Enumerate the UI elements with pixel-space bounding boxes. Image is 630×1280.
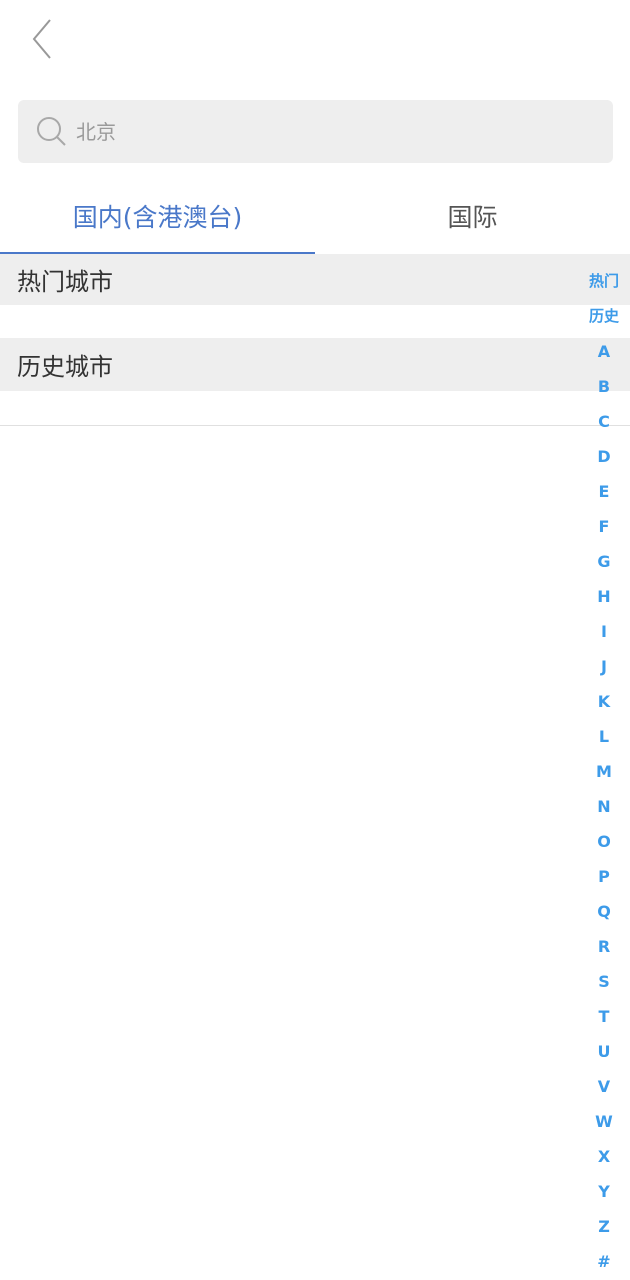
index-item-l[interactable]: L <box>582 719 626 754</box>
index-item-hash[interactable]: # <box>582 1244 626 1279</box>
alphabet-index-bar[interactable]: 热门 历史 A B C D E F G H I J K L M N O P Q … <box>582 264 626 1279</box>
index-item-d[interactable]: D <box>582 439 626 474</box>
section-title-hot: 热门城市 <box>17 268 113 296</box>
index-item-hot[interactable]: 热门 <box>582 264 626 299</box>
index-item-n[interactable]: N <box>582 789 626 824</box>
index-item-e[interactable]: E <box>582 474 626 509</box>
section-title-history: 历史城市 <box>17 353 113 381</box>
index-item-m[interactable]: M <box>582 754 626 789</box>
index-item-history[interactable]: 历史 <box>582 299 626 334</box>
search-input[interactable] <box>76 111 576 152</box>
section-header-history-cities: 历史城市 <box>0 338 630 391</box>
index-item-t[interactable]: T <box>582 999 626 1034</box>
index-item-s[interactable]: S <box>582 964 626 999</box>
index-item-q[interactable]: Q <box>582 894 626 929</box>
index-item-h[interactable]: H <box>582 579 626 614</box>
back-button[interactable] <box>22 18 62 64</box>
index-item-j[interactable]: J <box>582 649 626 684</box>
index-item-c[interactable]: C <box>582 404 626 439</box>
search-box[interactable] <box>18 100 613 163</box>
index-item-p[interactable]: P <box>582 859 626 894</box>
index-item-r[interactable]: R <box>582 929 626 964</box>
index-item-u[interactable]: U <box>582 1034 626 1069</box>
index-item-b[interactable]: B <box>582 369 626 404</box>
tab-domestic[interactable]: 国内(含港澳台) <box>0 180 315 252</box>
index-item-o[interactable]: O <box>582 824 626 859</box>
index-item-z[interactable]: Z <box>582 1209 626 1244</box>
chevron-left-icon <box>30 17 54 65</box>
index-item-i[interactable]: I <box>582 614 626 649</box>
section-header-hot-cities: 热门城市 <box>0 254 630 305</box>
index-item-w[interactable]: W <box>582 1104 626 1139</box>
divider <box>0 425 630 426</box>
tab-bar: 国内(含港澳台) 国际 <box>0 180 630 254</box>
index-item-y[interactable]: Y <box>582 1174 626 1209</box>
index-item-v[interactable]: V <box>582 1069 626 1104</box>
index-item-g[interactable]: G <box>582 544 626 579</box>
index-item-k[interactable]: K <box>582 684 626 719</box>
tab-international[interactable]: 国际 <box>315 180 630 252</box>
search-icon <box>34 114 70 150</box>
index-item-x[interactable]: X <box>582 1139 626 1174</box>
index-item-a[interactable]: A <box>582 334 626 369</box>
index-item-f[interactable]: F <box>582 509 626 544</box>
